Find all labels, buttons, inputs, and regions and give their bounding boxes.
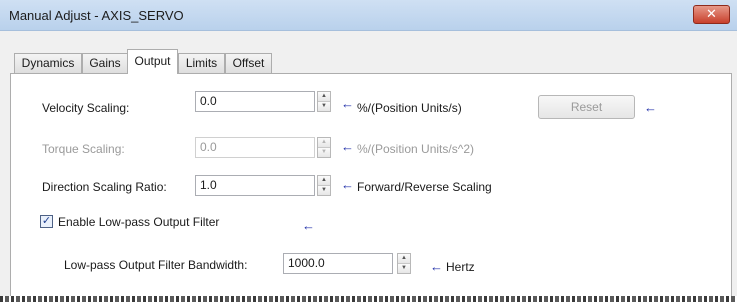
velocity-arrow-icon: ←: [341, 96, 354, 111]
spin-down-icon[interactable]: ▼: [318, 148, 330, 157]
spin-up-icon[interactable]: ▲: [398, 254, 410, 264]
spin-up-icon[interactable]: ▲: [318, 92, 330, 102]
lowpass-filter-checkbox[interactable]: ✓: [40, 215, 53, 228]
reset-button[interactable]: Reset: [538, 95, 635, 119]
lowpass-bandwidth-unit: Hertz: [446, 260, 475, 274]
close-button[interactable]: ✕: [693, 5, 730, 24]
spin-up-icon[interactable]: ▲: [318, 138, 330, 148]
tab-output[interactable]: Output: [127, 49, 178, 74]
velocity-scaling-label: Velocity Scaling:: [42, 101, 130, 115]
velocity-scaling-spinner[interactable]: ▲ ▼: [317, 91, 331, 112]
torque-scaling-label: Torque Scaling:: [42, 142, 125, 156]
lowpass-filter-label[interactable]: Enable Low-pass Output Filter: [58, 215, 219, 229]
tab-gains[interactable]: Gains: [82, 53, 128, 73]
velocity-scaling-input[interactable]: 0.0: [195, 91, 315, 112]
direction-scaling-ratio-label: Direction Scaling Ratio:: [42, 180, 167, 194]
tab-limits[interactable]: Limits: [178, 53, 225, 73]
close-icon: ✕: [706, 6, 717, 21]
lowpass-filter-arrow-icon: ←: [302, 218, 315, 233]
bandwidth-arrow-icon: ←: [430, 259, 443, 274]
spin-down-icon[interactable]: ▼: [318, 186, 330, 195]
direction-scaling-spinner[interactable]: ▲ ▼: [317, 175, 331, 196]
torque-arrow-icon: ←: [341, 139, 354, 154]
lowpass-bandwidth-input[interactable]: 1000.0: [283, 253, 393, 274]
reset-arrow-icon: ←: [644, 100, 657, 115]
spin-down-icon[interactable]: ▼: [398, 264, 410, 273]
tab-offset[interactable]: Offset: [225, 53, 272, 73]
torque-scaling-input[interactable]: 0.0: [195, 137, 315, 158]
torque-scaling-unit: %/(Position Units/s^2): [357, 142, 474, 156]
tab-dynamics[interactable]: Dynamics: [14, 53, 82, 73]
spin-down-icon[interactable]: ▼: [318, 102, 330, 111]
title-bar: Manual Adjust - AXIS_SERVO ✕: [0, 0, 737, 31]
velocity-scaling-unit: %/(Position Units/s): [357, 101, 462, 115]
checkmark-icon: ✓: [41, 215, 52, 227]
direction-scaling-ratio-input[interactable]: 1.0: [195, 175, 315, 196]
spin-up-icon[interactable]: ▲: [318, 176, 330, 186]
lowpass-bandwidth-label: Low-pass Output Filter Bandwidth:: [64, 258, 248, 272]
window-title: Manual Adjust - AXIS_SERVO: [9, 8, 184, 23]
direction-arrow-icon: ←: [341, 177, 354, 192]
direction-scaling-unit: Forward/Reverse Scaling: [357, 180, 492, 194]
lowpass-bandwidth-spinner[interactable]: ▲ ▼: [397, 253, 411, 274]
torn-edge: [0, 296, 737, 302]
torque-scaling-spinner[interactable]: ▲ ▼: [317, 137, 331, 158]
